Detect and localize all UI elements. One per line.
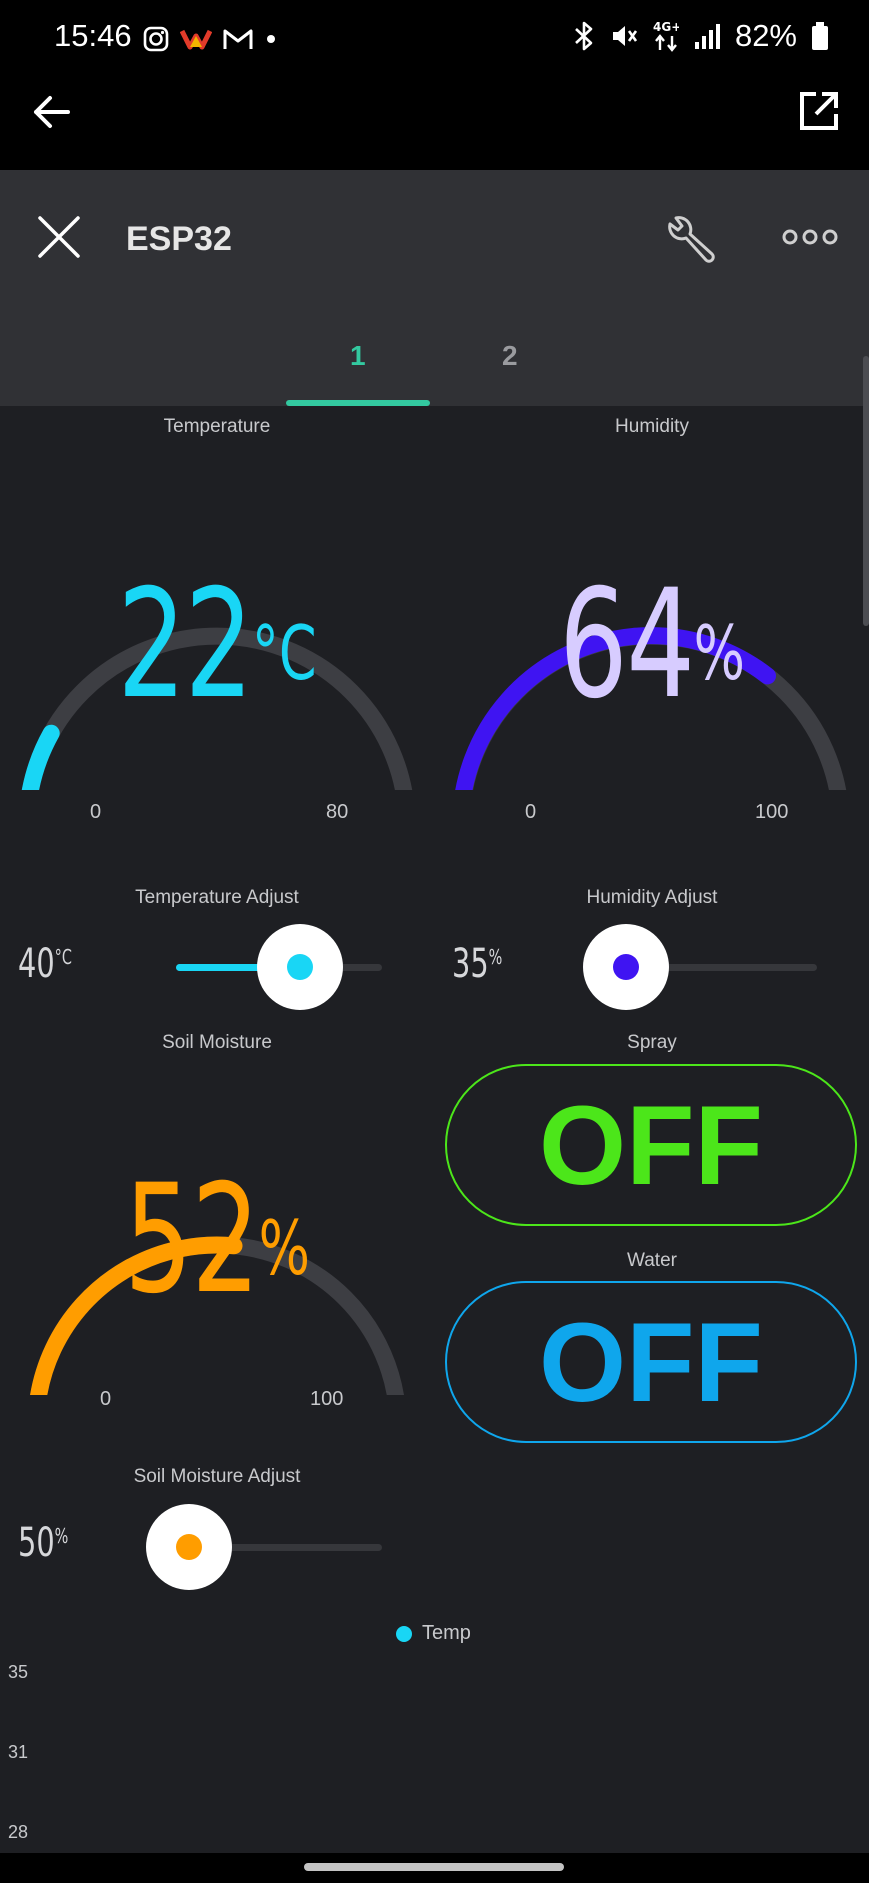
signal-icon — [694, 24, 720, 49]
soil-moisture-adjust-label: Soil Moisture Adjust — [133, 1466, 301, 1487]
soil-moisture-adjust-unit: % — [54, 1524, 69, 1548]
soil-moisture-value: 52% — [109, 1165, 325, 1315]
tab-2[interactable]: 2 — [502, 340, 518, 372]
spray-toggle-button[interactable]: OFF — [445, 1064, 857, 1226]
device-header: ESP32 1 2 — [0, 170, 869, 406]
home-indicator[interactable] — [304, 1863, 564, 1871]
app-bar — [0, 78, 869, 170]
slider-knob-dot — [175, 1534, 202, 1560]
humidity-number: 64 — [559, 558, 695, 732]
soil-moisture-adjust-value: 50% — [18, 1520, 68, 1566]
soil-moisture-adjust-number: 50 — [18, 1520, 55, 1566]
notification-icons — [142, 22, 278, 56]
status-icons-right: 4G+ 82% — [573, 18, 829, 54]
more-options-button[interactable] — [782, 226, 838, 248]
soil-moisture-max: 100 — [310, 1388, 344, 1410]
tab-1[interactable]: 1 — [350, 340, 366, 372]
temperature-min: 0 — [90, 801, 102, 823]
instagram-icon — [143, 26, 169, 52]
dot-icon — [267, 35, 275, 43]
temperature-adjust-value: 40°C — [18, 941, 72, 987]
network-4g-icon: 4G+ — [653, 20, 679, 52]
mute-icon — [612, 26, 638, 46]
back-button[interactable] — [30, 90, 74, 134]
app-icon — [180, 29, 212, 50]
status-bar: 15:46 4G+ 82% — [0, 0, 869, 78]
soil-moisture-label: Soil Moisture — [162, 1032, 272, 1053]
water-state: OFF — [539, 1299, 763, 1425]
humidity-unit: % — [693, 608, 745, 697]
temperature-adjust-unit: °C — [54, 945, 72, 969]
slider-knob[interactable] — [583, 924, 669, 1010]
device-panel: ESP32 1 2 Temperature 22°C 0 80 Humidity… — [0, 170, 869, 1853]
temperature-adjust-number: 40 — [18, 941, 55, 987]
spray-state: OFF — [539, 1082, 763, 1208]
humidity-adjust-slider[interactable] — [583, 924, 817, 1010]
slider-knob-dot — [613, 954, 639, 980]
temperature-unit: °C — [251, 608, 317, 697]
chart-legend[interactable]: Temp — [396, 1622, 471, 1645]
settings-wrench-button[interactable] — [662, 210, 718, 266]
temperature-number: 22 — [117, 558, 253, 732]
battery-percent: 82% — [734, 18, 797, 53]
temperature-adjust-slider[interactable] — [176, 924, 382, 1010]
water-toggle-button[interactable]: OFF — [445, 1281, 857, 1443]
soil-moisture-adjust-slider[interactable] — [145, 1504, 382, 1590]
status-time: 15:46 — [54, 18, 132, 53]
close-button[interactable] — [36, 214, 82, 260]
legend-swatch — [396, 1625, 412, 1642]
y-tick: 35 — [8, 1662, 29, 1682]
spray-label: Spray — [627, 1032, 677, 1053]
soil-moisture-unit: % — [258, 1203, 310, 1292]
y-tick: 31 — [8, 1742, 29, 1762]
soil-moisture-number: 52 — [124, 1153, 260, 1327]
network-label: 4G+ — [653, 20, 679, 34]
humidity-value: 64% — [544, 570, 760, 720]
temperature-adjust-label: Temperature Adjust — [135, 887, 299, 908]
slider-knob[interactable] — [145, 1504, 232, 1590]
device-title: ESP32 — [126, 220, 232, 258]
temperature-max: 80 — [326, 801, 349, 823]
humidity-label: Humidity — [615, 416, 689, 437]
humidity-max: 100 — [755, 801, 789, 823]
temperature-value: 22°C — [109, 570, 325, 720]
humidity-min: 0 — [525, 801, 537, 823]
nav-bar — [0, 1853, 869, 1883]
water-label: Water — [627, 1250, 677, 1271]
bluetooth-icon — [575, 21, 593, 51]
active-tab-indicator — [286, 400, 430, 406]
slider-knob[interactable] — [256, 924, 343, 1010]
y-tick: 28 — [8, 1822, 29, 1842]
humidity-adjust-unit: % — [488, 945, 503, 969]
slider-knob-dot — [286, 954, 313, 980]
gmail-icon — [223, 29, 253, 49]
temperature-label: Temperature — [163, 416, 271, 437]
humidity-adjust-value: 35% — [452, 941, 502, 987]
soil-moisture-min: 0 — [100, 1388, 112, 1410]
humidity-adjust-number: 35 — [452, 941, 489, 987]
battery-icon — [812, 22, 828, 50]
open-external-button[interactable] — [798, 90, 840, 132]
humidity-adjust-label: Humidity Adjust — [586, 887, 718, 908]
legend-label-temp: Temp — [422, 1622, 471, 1644]
